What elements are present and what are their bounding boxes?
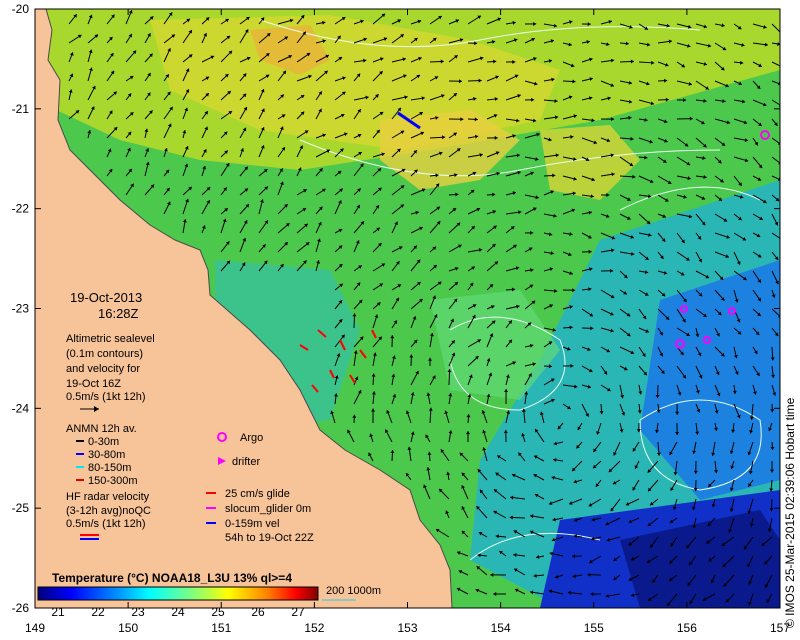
anmn-item: 150-300m — [88, 475, 138, 487]
altimetry-line: Altimetric sealevel — [66, 333, 155, 345]
x-tick-label: 154 — [491, 621, 511, 635]
altimetry-line: and velocity for — [66, 363, 140, 375]
colorbar: Temperature (°C) NOAA18_L3U 13% ql>=4 21… — [37, 571, 319, 619]
colorbar-gradient — [37, 586, 319, 601]
y-tick-label: -25 — [12, 501, 30, 515]
anmn-item: 80-150m — [88, 462, 131, 474]
glider-line: 25 cm/s glide — [225, 488, 290, 500]
colorbar-tick-label: 27 — [291, 605, 305, 619]
title-date: 19-Oct-2013 — [70, 290, 142, 305]
hf-radar-line: (3-12h avg)noQC — [66, 505, 151, 517]
title-time: 16:28Z — [98, 306, 139, 321]
drifter-label: drifter — [232, 456, 260, 468]
y-tick-label: -23 — [12, 302, 30, 316]
anmn-item: 0-30m — [88, 436, 119, 448]
sst-map: 149 150 151 152 153 154 155 156 157 -20-21-22-23… — [12, 2, 791, 635]
colorbar-tick-label: 26 — [251, 605, 265, 619]
anmn-title: ANMN 12h av. — [66, 423, 137, 435]
hf-radar-line: HF radar velocity — [66, 491, 150, 503]
y-tick-label: -21 — [12, 102, 30, 116]
x-tick-label: 155 — [584, 621, 604, 635]
x-tick-label: 151 — [211, 621, 231, 635]
arrow-head-icon — [780, 237, 784, 240]
altimetry-line: (0.1m contours) — [66, 348, 143, 360]
credit: © IMOS 25-Mar-2015 02:39:06 Hobart time — [783, 397, 797, 628]
glider-line: 54h to 19-Oct 22Z — [225, 532, 314, 544]
colorbar-title: Temperature (°C) NOAA18_L3U 13% ql>=4 — [52, 571, 292, 585]
bathymetry-label: 200 1000m — [326, 585, 381, 597]
colorbar-tick-label: 22 — [91, 605, 105, 619]
colorbar-tick-label: 24 — [171, 605, 185, 619]
altimetry-line: 19-Oct 16Z — [66, 378, 121, 390]
colorbar-tick-label: 23 — [131, 605, 145, 619]
x-tick-label: 156 — [677, 621, 697, 635]
y-tick-label: -24 — [12, 401, 30, 415]
x-tick-label: 153 — [397, 621, 417, 635]
colorbar-tick-label: 21 — [51, 605, 65, 619]
anmn-item: 30-80m — [88, 449, 125, 461]
x-tick-label: 149 — [25, 621, 45, 635]
x-tick-label: 150 — [118, 621, 138, 635]
argo-label: Argo — [240, 432, 263, 444]
glider-line: 0-159m vel — [225, 518, 279, 530]
y-tick-label: -22 — [12, 202, 30, 216]
x-tick-label: 152 — [304, 621, 324, 635]
y-tick-label: -26 — [12, 601, 30, 615]
hf-radar-scale: 0.5m/s (1kt 12h) — [66, 518, 145, 530]
altimetry-scale: 0.5m/s (1kt 12h) — [66, 391, 145, 403]
y-tick-label: -20 — [12, 2, 30, 16]
colorbar-tick-label: 25 — [211, 605, 225, 619]
glider-line: slocum_glider 0m — [225, 503, 311, 515]
